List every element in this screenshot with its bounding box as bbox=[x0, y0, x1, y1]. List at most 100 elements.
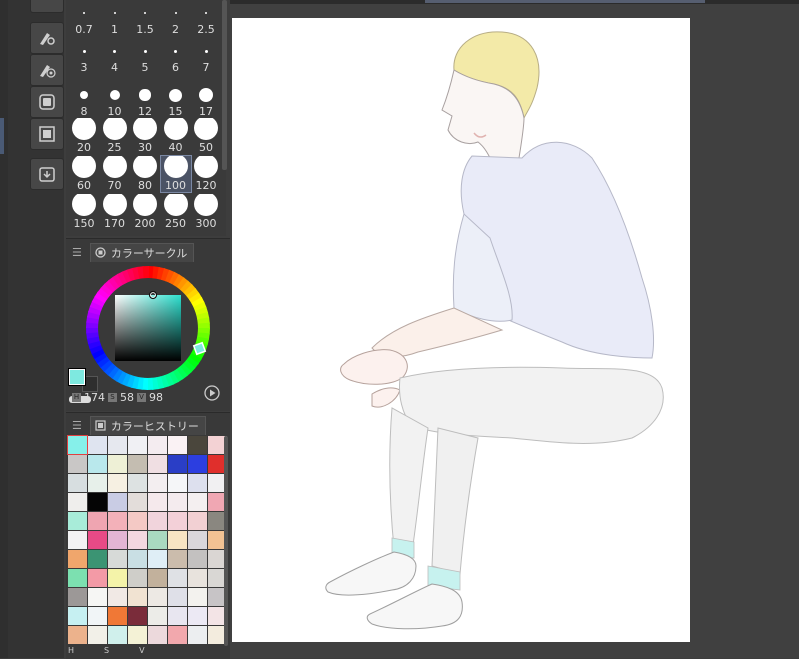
panel-menu-icon[interactable]: ☰ bbox=[72, 419, 82, 432]
brush-size-cell[interactable]: 300 bbox=[191, 194, 221, 230]
brush-size-cell[interactable]: 25 bbox=[100, 118, 130, 154]
history-swatch[interactable] bbox=[128, 607, 147, 625]
history-scrollbar[interactable] bbox=[224, 436, 228, 646]
brush-size-cell[interactable]: 0.7 bbox=[69, 0, 99, 36]
history-swatch[interactable] bbox=[88, 550, 107, 568]
history-swatch[interactable] bbox=[88, 436, 107, 454]
brush-settings-tool-button[interactable] bbox=[30, 22, 64, 54]
brush-size-cell[interactable]: 100 bbox=[159, 155, 192, 193]
history-swatch[interactable] bbox=[188, 436, 207, 454]
color-circle-tab[interactable]: カラーサークル bbox=[89, 242, 195, 262]
brush-size-cell[interactable]: 5 bbox=[130, 38, 160, 74]
brush-size-cell[interactable]: 8 bbox=[69, 82, 99, 118]
history-swatch[interactable] bbox=[88, 588, 107, 606]
history-swatch[interactable] bbox=[128, 588, 147, 606]
brush-size-cell[interactable]: 30 bbox=[130, 118, 160, 154]
brush-size-cell[interactable]: 1.5 bbox=[130, 0, 160, 36]
brush-size-cell[interactable]: 2.5 bbox=[191, 0, 221, 36]
history-swatch[interactable] bbox=[148, 626, 167, 644]
history-swatch[interactable] bbox=[168, 493, 187, 511]
history-swatch[interactable] bbox=[148, 455, 167, 473]
history-swatch[interactable] bbox=[188, 588, 207, 606]
brush-size-cell[interactable]: 60 bbox=[69, 156, 99, 192]
history-swatch[interactable] bbox=[68, 569, 87, 587]
history-swatch[interactable] bbox=[128, 626, 147, 644]
brush-size-cell[interactable]: 120 bbox=[191, 156, 221, 192]
brush-size-cell[interactable]: 200 bbox=[130, 194, 160, 230]
history-swatch[interactable] bbox=[148, 569, 167, 587]
history-swatch[interactable] bbox=[128, 455, 147, 473]
history-swatch[interactable] bbox=[188, 607, 207, 625]
history-swatch[interactable] bbox=[108, 550, 127, 568]
brush-size-cell[interactable]: 250 bbox=[161, 194, 191, 230]
history-swatch[interactable] bbox=[148, 588, 167, 606]
history-swatch[interactable] bbox=[67, 435, 88, 455]
history-swatch[interactable] bbox=[108, 493, 127, 511]
brush-size-cell[interactable]: 2 bbox=[161, 0, 191, 36]
history-swatch[interactable] bbox=[108, 436, 127, 454]
history-swatch[interactable] bbox=[168, 626, 187, 644]
history-swatch[interactable] bbox=[168, 569, 187, 587]
layer-tool-button[interactable] bbox=[30, 86, 64, 118]
history-swatch[interactable] bbox=[68, 455, 87, 473]
brush-size-cell[interactable]: 150 bbox=[69, 194, 99, 230]
history-swatch[interactable] bbox=[168, 550, 187, 568]
brush-target-tool-button[interactable] bbox=[30, 54, 64, 86]
brush-size-cell[interactable]: 40 bbox=[161, 118, 191, 154]
brush-size-cell[interactable]: 3 bbox=[69, 38, 99, 74]
history-swatch[interactable] bbox=[128, 569, 147, 587]
history-swatch[interactable] bbox=[68, 474, 87, 492]
brush-size-cell[interactable]: 50 bbox=[191, 118, 221, 154]
history-swatch[interactable] bbox=[128, 531, 147, 549]
history-swatch[interactable] bbox=[108, 455, 127, 473]
history-swatch[interactable] bbox=[128, 512, 147, 530]
history-swatch[interactable] bbox=[68, 512, 87, 530]
hue-picker-handle[interactable] bbox=[192, 341, 207, 356]
history-swatch[interactable] bbox=[168, 436, 187, 454]
history-swatch[interactable] bbox=[168, 588, 187, 606]
brush-size-cell[interactable]: 1 bbox=[100, 0, 130, 36]
history-swatch[interactable] bbox=[108, 569, 127, 587]
history-swatch[interactable] bbox=[188, 512, 207, 530]
history-swatch[interactable] bbox=[188, 569, 207, 587]
import-tool-button[interactable] bbox=[30, 158, 64, 190]
history-swatch[interactable] bbox=[148, 531, 167, 549]
history-swatch[interactable] bbox=[68, 531, 87, 549]
brush-size-cell[interactable]: 17 bbox=[191, 82, 221, 118]
history-swatch[interactable] bbox=[188, 493, 207, 511]
history-swatch[interactable] bbox=[108, 512, 127, 530]
drawing-canvas[interactable] bbox=[232, 18, 690, 642]
brush-size-cell[interactable]: 15 bbox=[161, 82, 191, 118]
history-swatch[interactable] bbox=[148, 550, 167, 568]
history-swatch[interactable] bbox=[128, 474, 147, 492]
history-swatch[interactable] bbox=[148, 474, 167, 492]
history-swatch[interactable] bbox=[68, 588, 87, 606]
main-color-swatch[interactable] bbox=[68, 368, 86, 386]
history-swatch[interactable] bbox=[88, 455, 107, 473]
panel-menu-icon[interactable]: ☰ bbox=[72, 246, 82, 259]
history-swatch[interactable] bbox=[148, 493, 167, 511]
history-swatch[interactable] bbox=[68, 607, 87, 625]
history-swatch[interactable] bbox=[108, 531, 127, 549]
brush-size-cell[interactable]: 20 bbox=[69, 118, 99, 154]
history-swatch[interactable] bbox=[148, 512, 167, 530]
brush-size-scrollbar[interactable] bbox=[222, 0, 227, 170]
history-swatch[interactable] bbox=[188, 531, 207, 549]
brush-size-cell[interactable]: 70 bbox=[100, 156, 130, 192]
history-swatch[interactable] bbox=[88, 626, 107, 644]
play-icon[interactable] bbox=[204, 385, 220, 401]
brush-size-cell[interactable]: 10 bbox=[100, 82, 130, 118]
history-swatch[interactable] bbox=[128, 436, 147, 454]
history-swatch[interactable] bbox=[68, 626, 87, 644]
history-swatch[interactable] bbox=[168, 474, 187, 492]
history-swatch[interactable] bbox=[88, 531, 107, 549]
brush-size-cell[interactable]: 170 bbox=[100, 194, 130, 230]
brush-size-cell[interactable]: 4 bbox=[100, 38, 130, 74]
animation-tool-button[interactable] bbox=[30, 118, 64, 150]
history-swatch[interactable] bbox=[108, 626, 127, 644]
history-swatch[interactable] bbox=[148, 607, 167, 625]
history-swatch[interactable] bbox=[188, 474, 207, 492]
history-swatch[interactable] bbox=[88, 607, 107, 625]
color-wheel[interactable] bbox=[82, 262, 214, 394]
history-swatch[interactable] bbox=[68, 493, 87, 511]
